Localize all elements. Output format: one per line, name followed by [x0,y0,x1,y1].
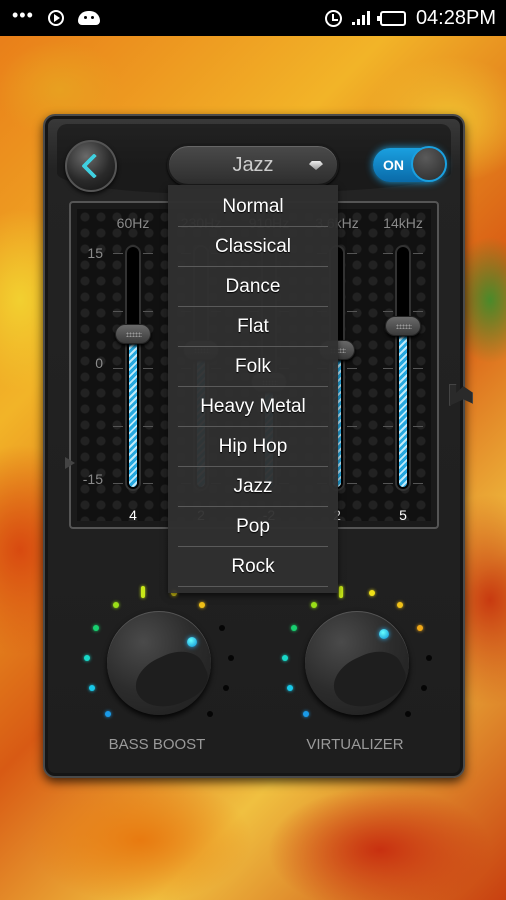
level-dot [421,685,428,692]
scale-tick [347,253,357,254]
scale-tick [113,368,123,369]
dropdown-item-rock[interactable]: Rock [178,547,328,587]
scale-tick [413,425,423,427]
level-dot [92,625,99,632]
level-dot [310,602,317,609]
scale-tick [383,310,393,312]
band-slider-fill [399,328,407,487]
scale-tick [143,483,153,484]
level-dot [286,685,293,692]
scale-tick [413,253,423,254]
level-dot [199,602,206,609]
scale-tick [383,425,393,427]
bass-boost-knob[interactable] [107,611,215,718]
scale-tick [143,425,153,427]
preset-select[interactable]: Jazz [167,144,339,186]
status-time: 04:28PM [415,6,496,29]
scale-tick [347,310,357,312]
dropdown-item-normal[interactable]: Normal [178,187,328,227]
scale-tick [113,253,123,254]
band-slider-track[interactable] [395,245,411,491]
play-icon [47,10,64,26]
signal-icon [351,11,370,25]
scale-tick [143,368,153,369]
virtualizer-knob[interactable] [305,611,413,718]
preset-dropdown-menu: Normal Classical Dance Flat Folk Heavy Metal H… [168,185,338,593]
chevron-left-icon [81,153,107,179]
level-dot [140,585,145,598]
band-slider-track[interactable] [125,245,141,491]
scale-tick [347,425,357,427]
virtualizer-label: VIRTUALIZER [306,736,404,753]
scale-label-max: 15 [87,245,103,261]
level-dot [290,625,297,632]
band-frequency-label: 60Hz [116,215,150,231]
band-value-label: 5 [399,507,407,523]
level-dot [88,685,95,692]
level-dot [303,710,310,717]
scale-tick [347,483,357,484]
scale-tick [113,425,123,427]
level-dot [219,625,226,632]
toggle-label: ON [383,157,404,173]
level-dot [112,602,119,609]
alarm-icon [324,9,342,27]
level-dot [227,654,234,661]
back-button[interactable] [65,140,117,192]
dropdown-item-folk[interactable]: Folk [178,347,328,387]
bass-boost-control: BASS BOOST [57,571,257,771]
band-slider-thumb[interactable] [385,316,421,337]
level-dot [84,654,91,661]
dropdown-item-heavy-metal[interactable]: Heavy Metal [178,387,328,427]
level-dot [206,710,213,717]
level-dot [338,585,343,598]
scale-tick [143,310,153,312]
level-dot [404,710,411,717]
scale-tick [383,253,393,254]
scale-tick [143,253,153,254]
scale-tick [413,483,423,484]
more-dots-icon: ••• [12,5,34,25]
level-dot [105,710,112,717]
band-value-label: 4 [129,507,137,523]
android-icon [77,11,100,25]
dropdown-item-flat[interactable]: Flat [178,307,328,347]
preset-selected-label: Jazz [232,153,274,176]
dropdown-diamond-icon [309,161,323,170]
side-drawer-handle[interactable] [449,384,473,406]
band-slider-thumb[interactable] [115,324,151,345]
dropdown-item-classical[interactable]: Classical [178,227,328,267]
dropdown-item-hip-hop[interactable]: Hip Hop [178,427,328,467]
dropdown-item-dance[interactable]: Dance [178,267,328,307]
knob-indicator-led [379,629,389,639]
dropdown-item-pop[interactable]: Pop [178,507,328,547]
scale-tick [413,368,423,369]
level-dot [369,589,376,596]
battery-icon [376,10,406,26]
scale-tick [347,368,357,369]
level-dot [282,654,289,661]
scale-tick [113,310,123,312]
virtualizer-control: VIRTUALIZER [255,571,455,771]
knob-indicator-led [187,637,197,647]
dropdown-item-jazz[interactable]: Jazz [178,467,328,507]
bass-boost-label: BASS BOOST [108,736,206,753]
power-toggle[interactable]: ON [373,146,447,182]
scale-tick [113,483,123,484]
scale-tick [383,483,393,484]
band-frequency-label: 14kHz [383,215,423,231]
level-dot [223,685,230,692]
scale-tick [383,368,393,369]
scale-label-min: -15 [82,471,103,487]
scale-label-mid: 0 [95,355,103,371]
toggle-knob [411,146,447,182]
level-dot [417,625,424,632]
scale-tick [413,310,423,312]
status-bar: ••• 04:28PM [0,0,506,36]
left-notch [65,457,75,469]
level-dot [397,602,404,609]
band-slider-fill [129,336,137,487]
level-dot [425,654,432,661]
